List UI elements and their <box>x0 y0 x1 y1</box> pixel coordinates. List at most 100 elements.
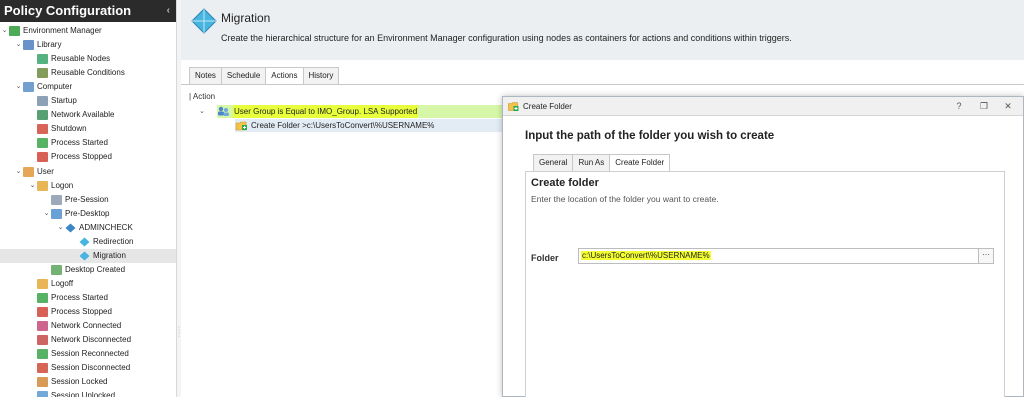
shutdown-icon <box>37 124 48 135</box>
pre-desktop-icon <box>51 208 62 219</box>
folder-path-input[interactable]: c:\UsersToConvert\%USERNAME% <box>578 248 979 264</box>
tree-item-label: Session Disconnected <box>51 363 131 373</box>
browse-button[interactable]: ··· <box>979 248 994 264</box>
tree-item-label: Reusable Conditions <box>51 68 125 78</box>
process-stopped-icon <box>37 307 48 317</box>
tree-item-process-stopped[interactable]: Process Stopped <box>0 150 112 164</box>
tree-item-shutdown[interactable]: Shutdown <box>0 122 87 136</box>
tree-item-pre-desktop[interactable]: ⌄ Pre-Desktop <box>0 207 109 221</box>
chevron-down-icon[interactable]: ⌄ <box>0 24 9 38</box>
collapse-panel-button[interactable]: ‹ <box>167 0 170 22</box>
process-started-icon <box>37 138 48 149</box>
create-folder-icon <box>235 121 247 131</box>
tree-item-reusable-nodes[interactable]: Reusable Nodes <box>0 52 110 66</box>
tree-item-environment-manager[interactable]: ⌄ Environment Manager <box>0 24 102 38</box>
tree-item-pre-session[interactable]: Pre-Session <box>0 193 109 207</box>
tab-divider <box>181 84 1024 85</box>
session-locked-icon <box>37 377 48 388</box>
tree-item-desktop-created[interactable]: Desktop Created <box>0 263 125 277</box>
pre-session-icon <box>51 194 62 205</box>
tree-item-label: User <box>37 166 54 176</box>
tree-item-logon[interactable]: ⌄ Logon <box>0 179 73 193</box>
process-started-icon <box>37 292 48 303</box>
create-folder-icon <box>508 102 519 111</box>
tab-actions[interactable]: Actions <box>265 67 304 85</box>
tree-item-computer[interactable]: ⌄ Computer <box>0 80 72 94</box>
tree-item-user[interactable]: ⌄ User <box>0 165 54 179</box>
tree-item-network-connected[interactable]: Network Connected <box>0 319 121 333</box>
chevron-down-icon[interactable]: ⌄ <box>14 80 23 94</box>
tree-item-label: Logoff <box>51 278 74 288</box>
dialog-title-bar[interactable]: Create Folder ? ❐ ✕ <box>503 97 1023 116</box>
tab-general[interactable]: General <box>533 154 574 171</box>
tree-item-session-unlocked[interactable]: Session Unlocked <box>0 389 115 397</box>
section-title: Create folder <box>531 177 599 189</box>
tree-item-label: Environment Manager <box>23 26 102 35</box>
chevron-down-icon[interactable]: ⌄ <box>14 38 23 52</box>
dialog-title: Create Folder <box>523 102 572 111</box>
tree-item-network-disconnected[interactable]: Network Disconnected <box>0 333 131 347</box>
desktop-created-icon <box>51 264 62 275</box>
tree-item-label: Session Reconnected <box>51 349 129 359</box>
condition-label: User Group is Equal to IMO_Group. LSA Su… <box>233 105 419 118</box>
folder-path-value: c:\UsersToConvert\%USERNAME% <box>581 251 711 260</box>
tree-item-label: Shutdown <box>51 124 87 134</box>
tab-create-folder[interactable]: Create Folder <box>609 154 671 172</box>
page-title: Migration <box>221 11 271 25</box>
panel-title-bar: Policy Configuration ‹ <box>0 0 176 22</box>
tree-item-session-disconnected[interactable]: Session Disconnected <box>0 361 130 375</box>
tab-schedule[interactable]: Schedule <box>220 67 267 84</box>
tree-item-label: Desktop Created <box>65 264 126 274</box>
restore-icon[interactable]: ❐ <box>978 100 990 112</box>
chevron-down-icon[interactable]: ⌄ <box>14 165 23 179</box>
tree-item-label: Network Available <box>51 110 115 120</box>
tree-item-label: Reusable Nodes <box>51 54 111 64</box>
section-description: Enter the location of the folder you wan… <box>531 194 719 204</box>
tree-item-reusable-conditions[interactable]: Reusable Conditions <box>0 66 125 80</box>
chevron-down-icon[interactable]: ⌄ <box>28 179 37 193</box>
process-stopped-icon <box>37 152 48 163</box>
tree-item-process-started[interactable]: Process Started <box>0 136 108 150</box>
tree-item-label: Pre-Session <box>65 194 109 204</box>
condition-row[interactable]: User Group is Equal to IMO_Group. LSA Su… <box>217 105 507 118</box>
tree-item-startup[interactable]: Startup <box>0 94 77 108</box>
tree-item-admincheck[interactable]: ⌄ ADMINCHECK <box>0 221 133 235</box>
tree-item-process-started[interactable]: Process Started <box>0 291 108 305</box>
tab-notes[interactable]: Notes <box>189 67 222 84</box>
node-diamond-icon <box>191 8 217 34</box>
tree-item-library[interactable]: ⌄ Library <box>0 38 61 52</box>
tree-item-label: Process Stopped <box>51 307 112 316</box>
session-disconnected-icon <box>37 363 48 374</box>
node-tabs: Notes Schedule Actions History <box>189 67 340 85</box>
create-folder-panel: Create folder Enter the location of the … <box>525 171 1005 397</box>
chevron-down-icon[interactable]: ⌄ <box>42 207 51 221</box>
dialog-heading: Input the path of the folder you wish to… <box>525 130 775 142</box>
policy-tree-panel: Policy Configuration ‹ ⌄ Environment Mana… <box>0 0 177 397</box>
tab-history[interactable]: History <box>302 67 340 84</box>
help-icon[interactable]: ? <box>953 100 965 112</box>
tree-item-migration[interactable]: Migration <box>0 248 176 263</box>
tab-run-as[interactable]: Run As <box>572 154 611 171</box>
tree-item-session-locked[interactable]: Session Locked <box>0 375 107 389</box>
logoff-icon <box>37 278 48 289</box>
tree-item-label: Startup <box>51 96 77 106</box>
action-row[interactable]: Create Folder >c:\UsersToConvert\%USERNA… <box>235 119 507 132</box>
tree-item-process-stopped[interactable]: Process Stopped <box>0 305 112 319</box>
chevron-down-icon[interactable]: ⌄ <box>199 105 205 118</box>
tree-item-redirection[interactable]: Redirection <box>0 235 133 249</box>
close-icon[interactable]: ✕ <box>1002 100 1014 112</box>
tree-item-label: Process Started <box>51 138 108 148</box>
tree-item-label: Computer <box>37 82 73 92</box>
tree-item-logoff[interactable]: Logoff <box>0 277 73 291</box>
tree-item-network-available[interactable]: Network Available <box>0 108 114 122</box>
tree-item-label: Logon <box>51 180 74 190</box>
network-connected-icon <box>37 321 48 332</box>
tree-item-session-reconnected[interactable]: Session Reconnected <box>0 347 129 361</box>
computer-icon <box>23 82 34 93</box>
tree-item-label: Process Stopped <box>51 152 112 162</box>
reusable-nodes-icon <box>37 54 48 65</box>
action-column-header[interactable]: | Action <box>189 91 509 103</box>
chevron-down-icon[interactable]: ⌄ <box>56 221 65 235</box>
session-reconnected-icon <box>37 349 48 360</box>
tree-item-label: Network Disconnected <box>51 335 132 345</box>
